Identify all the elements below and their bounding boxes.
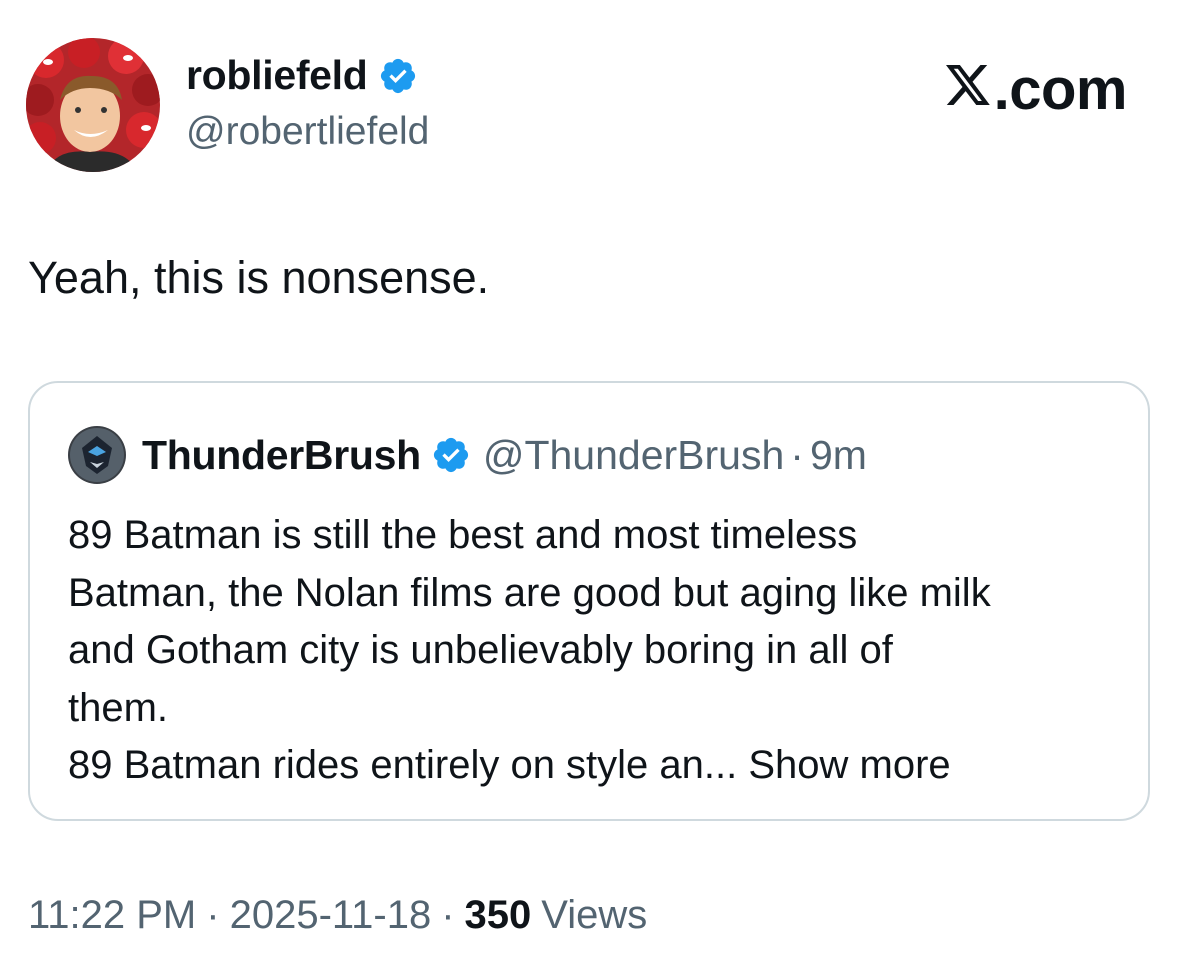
- author-handle[interactable]: @robertliefeld: [186, 110, 429, 154]
- quoted-text-truncated: 89 Batman rides entirely on style an...: [68, 743, 738, 787]
- brand-watermark: .com: [944, 56, 1128, 123]
- quoted-tweet-text: 89 Batman is still the best and most tim…: [68, 507, 1128, 795]
- quoted-text-line: Batman, the Nolan films are good but agi…: [68, 570, 991, 615]
- tweet-text: Yeah, this is nonsense.: [28, 252, 490, 303]
- tweet-time[interactable]: 11:22 PM: [28, 893, 196, 938]
- quoted-text-line: them.: [68, 685, 169, 730]
- quoted-text-line: and Gotham city is unbelievably boring i…: [68, 628, 893, 672]
- verified-badge-icon: [378, 56, 418, 96]
- quoted-author-avatar[interactable]: [68, 426, 126, 484]
- quoted-text-line: 89 Batman is still the best and most tim…: [68, 513, 858, 557]
- separator-dot: ·: [206, 893, 220, 937]
- x-logo-icon: [944, 63, 992, 109]
- tweet-screenshot: robliefeld @robertliefeld .com Yeah, thi…: [0, 0, 1179, 961]
- views-count: 350: [464, 893, 532, 937]
- tweet-date[interactable]: 2025-11-18: [230, 893, 432, 938]
- brand-suffix: .com: [993, 57, 1128, 122]
- tweet-meta: 11:22 PM · 2025-11-18 · 350 Views: [28, 893, 647, 938]
- separator-dot: ·: [441, 893, 455, 937]
- author-name[interactable]: robliefeld: [186, 52, 418, 99]
- views-label: Views: [541, 893, 648, 937]
- author-avatar[interactable]: [26, 38, 160, 172]
- quoted-timestamp[interactable]: 9m: [810, 432, 867, 479]
- author-display-name: robliefeld: [186, 52, 368, 98]
- quoted-tweet-card[interactable]: ThunderBrush @ThunderBrush · 9m 89 Batma…: [28, 381, 1150, 821]
- verified-badge-icon: [431, 435, 471, 475]
- quoted-author-name[interactable]: ThunderBrush: [142, 432, 421, 479]
- quoted-author-handle[interactable]: @ThunderBrush: [483, 432, 784, 479]
- separator-dot: ·: [790, 431, 804, 478]
- quoted-text-line-last: 89 Batman rides entirely on style an... …: [68, 737, 1128, 795]
- quoted-tweet-header: ThunderBrush @ThunderBrush · 9m: [68, 425, 867, 485]
- show-more-link[interactable]: Show more: [748, 743, 950, 787]
